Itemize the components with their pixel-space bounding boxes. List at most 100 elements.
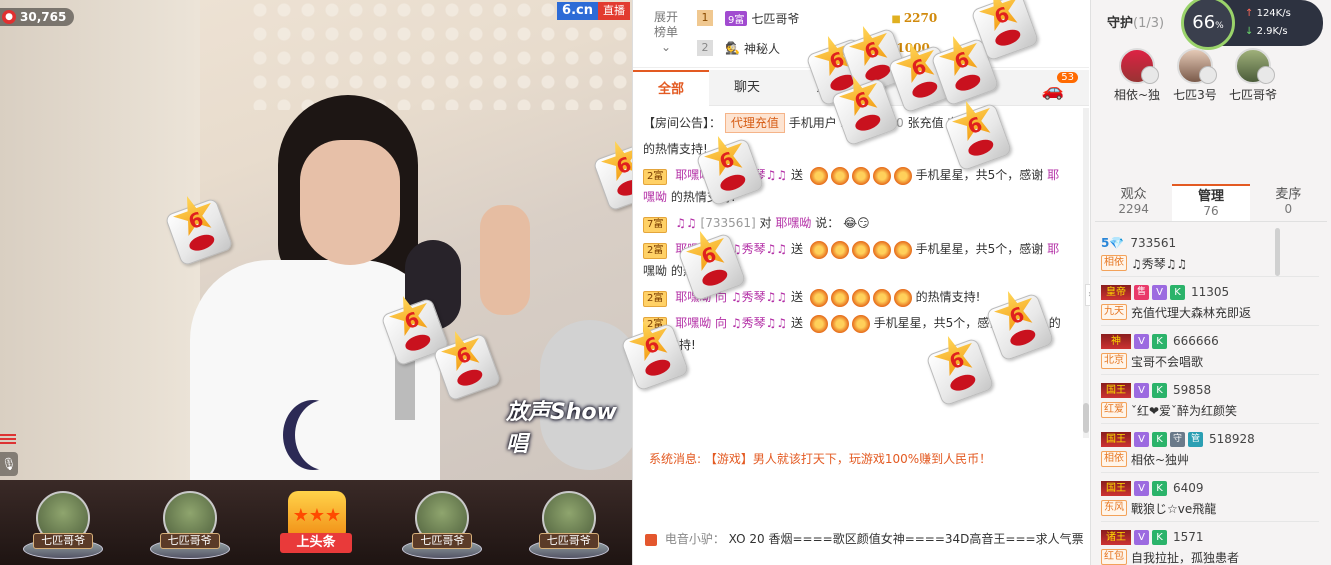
list-item[interactable]: 诸王 V K 1571 红包 自我拉扯，孤独患者: [1101, 522, 1319, 565]
rank-level-badge: 9富: [725, 10, 748, 26]
video-stream[interactable]: ● 30,765 6.cn 直播 放声Show唱 🎙: [0, 0, 632, 480]
message-target[interactable]: 耶嘿呦: [775, 216, 811, 230]
manager-badge: 管: [1188, 431, 1203, 447]
gift-icon: [830, 288, 849, 307]
chat-message: 7富 ♫♫ [733561] 对 耶嘿呦 说： 😂😏: [643, 212, 1071, 234]
menu-icon[interactable]: [0, 432, 16, 446]
upload-speed: ↑ 124K/s: [1245, 8, 1291, 19]
avatar[interactable]: [1235, 48, 1275, 84]
car-icon[interactable]: 🚗: [1042, 80, 1064, 101]
brand-logo: 6.cn: [557, 2, 598, 20]
gift-icon: [893, 288, 912, 307]
user-name[interactable]: 相依~独艸: [1131, 451, 1189, 468]
live-label: 直播: [598, 2, 630, 20]
gift-icon: [872, 288, 891, 307]
vip-badge: V: [1134, 431, 1149, 447]
list-item[interactable]: 5💎 733561 相依 ♫秀琴♫♫: [1101, 228, 1319, 277]
expand-rank-button[interactable]: 展开 榜单 ⌄: [641, 10, 691, 55]
fan-name: 七匹哥爷: [159, 532, 220, 549]
rank-user[interactable]: 七匹哥爷: [751, 10, 881, 27]
system-text[interactable]: 【游戏】男人就该打天下，玩游戏100%赚到人民币！: [705, 452, 991, 466]
guard-user[interactable]: 相依~独: [1107, 48, 1167, 103]
list-item[interactable]: 国王 V K 59858 红爱 ˇ红❤爱ˇ醉为红颜笑: [1101, 375, 1319, 424]
gift-icon: [893, 166, 912, 185]
message-action: 送: [790, 316, 803, 330]
user-name[interactable]: ˇ红❤爱ˇ醉为红颜笑: [1131, 402, 1237, 419]
fan-slot[interactable]: 七匹哥爷: [528, 483, 609, 563]
fan-slot[interactable]: 七匹哥爷: [402, 483, 483, 563]
rank-badge: 国王: [1101, 382, 1131, 398]
headline-button[interactable]: ★★★ 上头条: [276, 483, 356, 563]
gift-icon: [851, 166, 870, 185]
gift-icon: [872, 240, 891, 259]
streamer-face: [300, 140, 400, 265]
fan-club-badge: 相依: [1101, 255, 1127, 271]
user-name[interactable]: 自我拉扯，孤独患者: [1131, 549, 1239, 565]
list-item[interactable]: 神 V K 666666 北京 宝哥不会唱歌: [1101, 326, 1319, 375]
fan-name: 七匹哥爷: [538, 532, 599, 549]
chat-panel: 展开 榜单 ⌄ 1 9富 七匹哥爷 2270 2 🕵 神秘人 1000 全部 聊…: [620, 0, 1090, 565]
broadcast-user[interactable]: 电音小驴：: [665, 532, 725, 546]
gift-six-icon: [592, 142, 632, 212]
message-action: 送: [790, 290, 803, 304]
list-item[interactable]: 国王 V K 6409 东风 戰狼じ☆ve飛龍: [1101, 473, 1319, 522]
wealth-level-badge: 2富: [643, 291, 668, 307]
guard-user[interactable]: 七匹哥爷: [1223, 48, 1283, 103]
tab-mic-queue[interactable]: 麦序 0: [1250, 184, 1327, 221]
message-action: 送: [790, 168, 803, 182]
user-id: 666666: [1173, 334, 1219, 348]
avatar[interactable]: [1119, 48, 1159, 84]
rank-coins: 2270: [891, 11, 937, 25]
user-id: 1571: [1173, 530, 1204, 544]
tab-chat[interactable]: 聊天: [709, 70, 785, 106]
announcement-text: 手机用户: [788, 116, 837, 130]
guard-title-label: 守护: [1107, 16, 1134, 31]
voice-icon[interactable]: 🎙: [0, 452, 18, 476]
chevron-down-icon: ⌄: [660, 40, 672, 54]
fan-slot[interactable]: 七匹哥爷: [149, 483, 230, 563]
tab-all[interactable]: 全部: [633, 70, 709, 106]
fan-slot[interactable]: 七匹哥爷: [23, 483, 104, 563]
rank-badge: 诸王: [1101, 529, 1131, 545]
show-logo: 放声Show唱: [506, 400, 617, 457]
user-name[interactable]: 宝哥不会唱歌: [1131, 353, 1203, 370]
user-id: 6409: [1173, 481, 1204, 495]
manager-scrollbar[interactable]: [1275, 228, 1280, 276]
download-speed: ↓ 2.9K/s: [1245, 26, 1288, 37]
message-user[interactable]: ♫♫: [675, 216, 697, 230]
manager-list: 5💎 733561 相依 ♫秀琴♫♫ 皇帝售 V K 11305 九天 充值代理大森林充即返…: [1101, 228, 1319, 565]
agent-recharge-tag[interactable]: 代理充值: [724, 113, 785, 133]
message-user[interactable]: 耶嘿呦 向 ♫秀琴♫♫: [675, 316, 787, 330]
wealth-level-badge: 2富: [643, 243, 668, 259]
user-name[interactable]: 充值代理大森林充即返: [1131, 304, 1251, 321]
k-badge: K: [1152, 480, 1167, 496]
tab-managers[interactable]: 管理 76: [1172, 184, 1250, 221]
avatar[interactable]: [1177, 48, 1217, 84]
gift-icon: [851, 240, 870, 259]
user-name[interactable]: ♫秀琴♫♫: [1131, 255, 1187, 272]
gift-icon: [809, 166, 828, 185]
broadcast-message: 电音小驴： XO 20 香烟====歌区颜值女神====34D高音王===求人气…: [645, 530, 1084, 547]
k-badge: K: [1152, 333, 1167, 349]
list-item[interactable]: 皇帝售 V K 11305 九天 充值代理大森林充即返: [1101, 277, 1319, 326]
user-name[interactable]: 戰狼じ☆ve飛龍: [1131, 500, 1216, 517]
wealth-level-badge: 7富: [643, 217, 668, 233]
scroll-thumb[interactable]: [1083, 403, 1089, 433]
gift-icon: [809, 314, 828, 333]
message-action: 送: [790, 242, 803, 256]
headline-label: 上头条: [279, 532, 352, 553]
k-badge: K: [1170, 284, 1185, 300]
vip-badge: V: [1134, 382, 1149, 398]
guard-user[interactable]: 七匹3号: [1165, 48, 1225, 103]
wealth-level-badge: 2富: [643, 169, 668, 185]
tab-audience[interactable]: 观众 2294: [1095, 184, 1172, 221]
gift-icon: [872, 166, 891, 185]
thanks-user[interactable]: 耶: [1047, 242, 1059, 256]
fan-club-badge: 相依: [1101, 451, 1127, 467]
list-item[interactable]: 国王 V K 守管 518928 相依 相依~独艸: [1101, 424, 1319, 473]
message-to: 对: [759, 216, 772, 230]
vip-badge: V: [1134, 529, 1149, 545]
emoji-icon: 😂😏: [843, 216, 870, 230]
car-count-badge: 53: [1057, 72, 1078, 83]
chat-scrollbar[interactable]: [1083, 108, 1089, 438]
